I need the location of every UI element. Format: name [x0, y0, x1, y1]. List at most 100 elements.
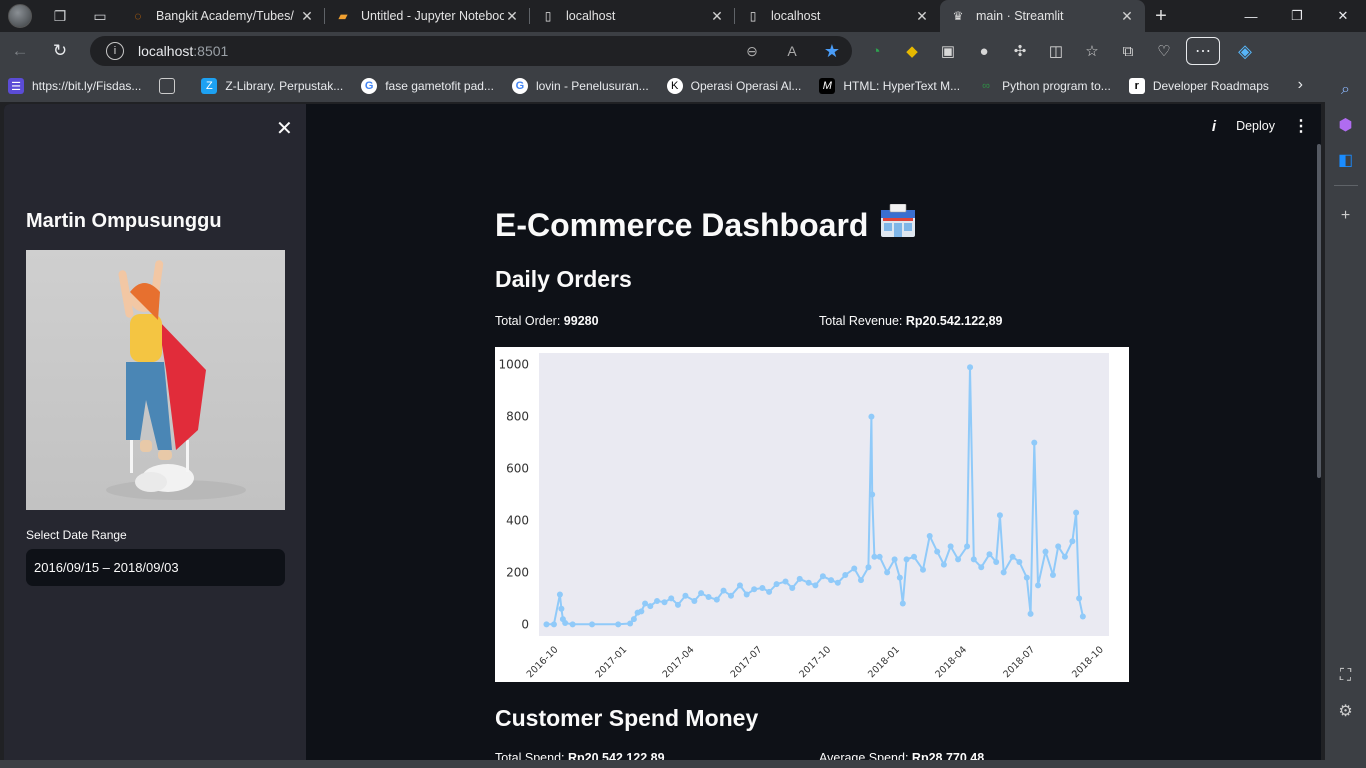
- x-tick-label: 2017-04: [661, 644, 697, 680]
- close-sidebar-icon[interactable]: ✕: [276, 116, 293, 141]
- extensions-icon[interactable]: ✣: [1002, 36, 1038, 66]
- tab-jupyter[interactable]: ▰ Untitled - Jupyter Notebook ✕: [325, 0, 530, 32]
- data-point: [759, 584, 766, 591]
- data-point: [1009, 553, 1016, 560]
- restore-icon[interactable]: ❐: [1274, 0, 1320, 32]
- y-tick-label: 800: [506, 410, 529, 424]
- page-scrollbar[interactable]: [1317, 144, 1321, 478]
- data-point: [727, 592, 734, 599]
- x-tick-label: 2017-07: [729, 644, 765, 680]
- favorite-star-icon[interactable]: ★: [812, 41, 852, 62]
- bookmark-item[interactable]: Z Z-Library. Perpustak...: [201, 78, 343, 94]
- close-icon[interactable]: ✕: [504, 8, 520, 25]
- tab-localhost-1[interactable]: ▯ localhost ✕: [530, 0, 735, 32]
- tab-localhost-2[interactable]: ▯ localhost ✕: [735, 0, 940, 32]
- data-point: [630, 616, 637, 623]
- data-point: [736, 582, 743, 589]
- data-point: [805, 579, 812, 586]
- split-screen-icon[interactable]: ◫: [1038, 36, 1074, 66]
- bookmark-item[interactable]: ☰ https://bit.ly/Fisdas...: [8, 78, 141, 94]
- screenshot-icon[interactable]: ⛶: [1331, 661, 1361, 691]
- x-tick-label: 2017-10: [797, 644, 833, 680]
- y-tick-label: 600: [506, 462, 529, 476]
- address-bar[interactable]: i localhost:8501 ⊖ A ★: [90, 36, 852, 66]
- browser-toolbar: ← ↻ i localhost:8501 ⊖ A ★ ◔ ◆ ▣ ● ✣ ◫ ☆…: [0, 32, 1366, 70]
- tab-streamlit[interactable]: ♛ main · Streamlit ✕: [940, 0, 1145, 32]
- bookmark-item[interactable]: M HTML: HyperText M...: [819, 78, 960, 94]
- bookmark-item[interactable]: [159, 78, 183, 94]
- profile-illustration: [26, 250, 285, 510]
- data-point: [1073, 509, 1080, 516]
- copilot-sidebar-icon[interactable]: ⬢: [1331, 110, 1361, 140]
- data-point: [884, 569, 891, 576]
- data-point: [834, 579, 841, 586]
- chevron-right-icon[interactable]: ›: [1298, 76, 1303, 94]
- more-menu-icon[interactable]: ⋯: [1186, 37, 1220, 65]
- line-chart-svg: 0 200 400 600 800 1000 2016-10 2017-01 2017-04 20…: [498, 353, 1109, 680]
- tab-actions-icon[interactable]: ▭: [80, 0, 120, 32]
- window-controls: — ❐ ✕: [1228, 0, 1366, 32]
- data-point: [1055, 543, 1062, 550]
- data-point: [934, 548, 941, 555]
- bookmark-item[interactable]: ∞ Python program to...: [978, 78, 1111, 94]
- data-point: [668, 595, 675, 602]
- reload-icon[interactable]: ↻: [40, 32, 80, 70]
- page-icon: ▯: [544, 9, 552, 23]
- read-aloud-icon[interactable]: A: [772, 43, 812, 59]
- streamlit-crown-icon: ♛: [952, 9, 964, 23]
- colorful-extension-icon[interactable]: ◆: [894, 36, 930, 66]
- bookmark-item[interactable]: Glovin - Penelusuran...: [511, 78, 649, 94]
- data-point: [647, 603, 654, 610]
- search-icon[interactable]: ⌕: [1331, 75, 1361, 105]
- tab-title: localhost: [771, 9, 821, 23]
- close-icon[interactable]: ✕: [709, 8, 725, 25]
- profile-avatar[interactable]: [0, 0, 40, 32]
- settings-gear-icon[interactable]: ⚙: [1331, 696, 1361, 726]
- deploy-button[interactable]: Deploy: [1236, 119, 1275, 133]
- data-point: [842, 571, 849, 578]
- page-icon: ▯: [749, 9, 757, 23]
- x-tick-label: 2016-10: [525, 644, 561, 680]
- bookmark-item[interactable]: K Operasi Operasi Al...: [666, 78, 801, 94]
- total-revenue-metric: Total Revenue: Rp20.542.122,89: [819, 314, 1003, 328]
- site-info-icon[interactable]: i: [106, 42, 124, 60]
- data-point: [919, 566, 926, 573]
- copilot-icon[interactable]: ◈: [1230, 36, 1260, 66]
- collections-icon[interactable]: ⧉: [1110, 36, 1146, 66]
- window-close-icon[interactable]: ✕: [1320, 0, 1366, 32]
- add-icon[interactable]: +: [1331, 201, 1361, 231]
- main-menu-icon[interactable]: ⋮: [1293, 116, 1309, 136]
- data-point: [1042, 548, 1049, 555]
- grey-extension-icon[interactable]: ▣: [930, 36, 966, 66]
- performance-icon[interactable]: ♡: [1146, 36, 1182, 66]
- favorites-icon[interactable]: ☆: [1074, 36, 1110, 66]
- new-tab-button[interactable]: +: [1145, 5, 1177, 28]
- page-viewport: ✕ Martin Ompusunggu Select Date Range 20…: [4, 104, 1321, 760]
- data-point: [903, 556, 910, 563]
- mdn-icon: M: [819, 78, 836, 94]
- data-point: [705, 594, 712, 601]
- close-icon[interactable]: ✕: [1119, 8, 1135, 25]
- tab-bangkit[interactable]: ◌ Bangkit Academy/Tubes/ ✕: [120, 0, 325, 32]
- data-point: [543, 621, 550, 628]
- info-icon[interactable]: i: [1212, 118, 1216, 135]
- data-point: [967, 364, 974, 371]
- bookmark-item[interactable]: Gfase gametofit pad...: [361, 78, 494, 94]
- small-extension-icon[interactable]: ●: [966, 36, 1002, 66]
- minimize-icon[interactable]: —: [1228, 0, 1274, 32]
- avatar: [8, 4, 32, 28]
- workspaces-icon[interactable]: ❐: [40, 0, 80, 32]
- date-range-input[interactable]: 2016/09/15 – 2018/09/03: [26, 549, 285, 586]
- data-point: [720, 587, 727, 594]
- close-icon[interactable]: ✕: [914, 8, 930, 25]
- zoom-icon[interactable]: ⊖: [732, 43, 772, 60]
- green-ring-extension-icon[interactable]: ◔: [858, 36, 894, 66]
- zlibrary-icon: Z: [201, 78, 218, 94]
- data-point: [1027, 610, 1034, 617]
- data-point: [654, 597, 661, 604]
- outlook-icon[interactable]: ◧: [1331, 145, 1361, 175]
- back-arrow-icon[interactable]: ←: [0, 32, 40, 70]
- close-icon[interactable]: ✕: [299, 8, 315, 25]
- bookmark-item[interactable]: r Developer Roadmaps: [1128, 78, 1269, 94]
- daily-orders-heading: Daily Orders: [495, 266, 632, 292]
